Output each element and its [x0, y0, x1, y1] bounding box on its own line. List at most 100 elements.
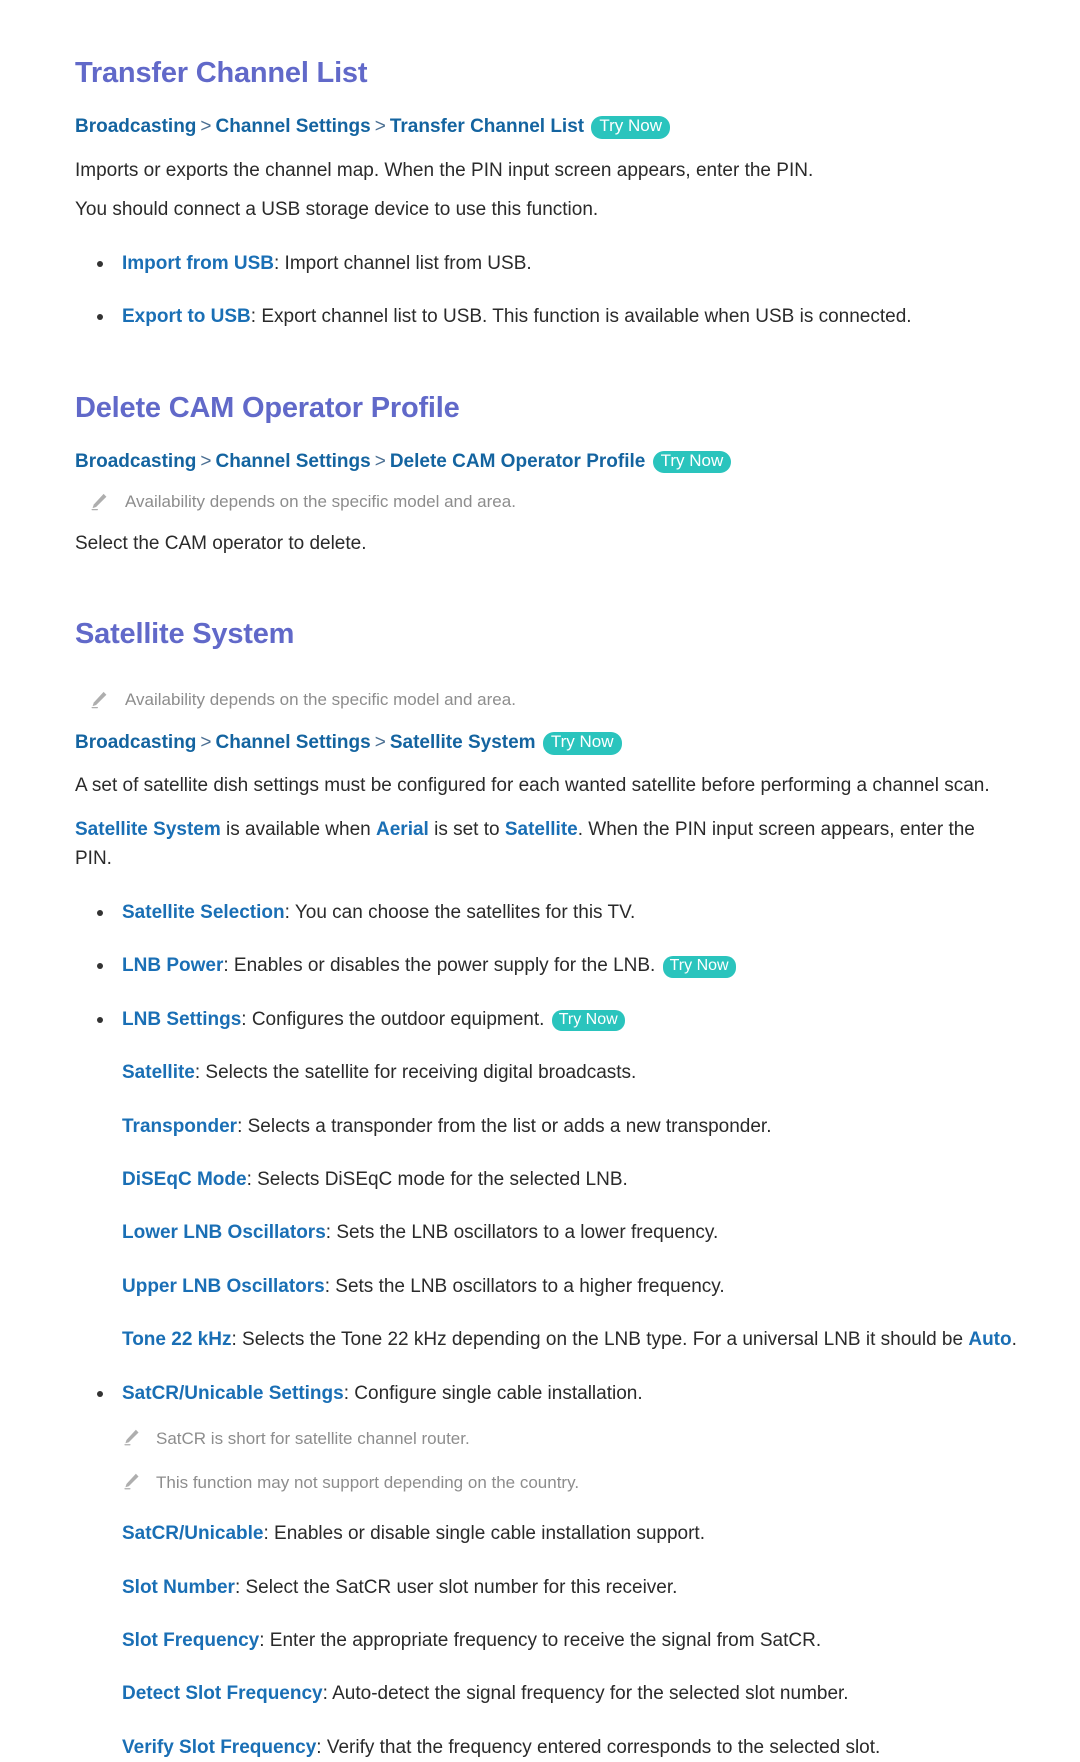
term-lnb-power[interactable]: LNB Power [122, 955, 223, 976]
term-upper-lnb-oscillators[interactable]: Upper LNB Oscillators [122, 1276, 325, 1297]
sub-item-description: : Sets the LNB oscillators to a lower fr… [325, 1222, 719, 1244]
term-satellite[interactable]: Satellite [122, 1062, 195, 1083]
sub-item-diseqc-mode: DiSEqC Mode: Selects DiSEqC mode for the… [122, 1165, 1020, 1194]
list-item: Import from USB: Import channel list fro… [75, 249, 1020, 278]
section-transfer-channel-list: Transfer Channel List Broadcasting > Chann… [75, 55, 1020, 332]
note-satcr-abbreviation: SatCR is short for satellite channel rou… [122, 1426, 1020, 1452]
list-item-description: : Import channel list from USB. [274, 252, 532, 274]
sub-item-description-tail: . [1011, 1329, 1017, 1351]
paragraph-imports-exports: Imports or exports the channel map. When… [75, 159, 814, 181]
list-item-description: : Export channel list to USB. This funct… [250, 306, 912, 328]
term-lnb-settings[interactable]: LNB Settings [122, 1009, 241, 1030]
term-slot-number[interactable]: Slot Number [122, 1577, 235, 1598]
term-transponder[interactable]: Transponder [122, 1116, 237, 1137]
sub-item-lower-lnb-oscillators: Lower LNB Oscillators: Sets the LNB osci… [122, 1218, 1020, 1247]
note-text: This function may not support depending … [156, 1472, 580, 1492]
note-availability: Availability depends on the specific mod… [89, 489, 1020, 515]
term-slot-frequency[interactable]: Slot Frequency [122, 1630, 259, 1651]
term-satellite-system[interactable]: Satellite System [75, 819, 221, 840]
pencil-icon [89, 690, 109, 710]
term-lower-lnb-oscillators[interactable]: Lower LNB Oscillators [122, 1222, 326, 1243]
breadcrumb-delete-cam-operator-profile: Broadcasting > Channel Settings > Delete CAM… [75, 448, 1020, 477]
chevron-right-icon: > [200, 731, 212, 753]
try-now-badge[interactable]: Try Now [662, 956, 736, 978]
sub-item-satcr-unicable: SatCR/Unicable: Enables or disable singl… [122, 1519, 1020, 1548]
sub-item-description: : Enter the appropriate frequency to rec… [259, 1630, 822, 1651]
sub-item-description: : Selects DiSEqC mode for the selected L… [246, 1168, 628, 1190]
pencil-icon [89, 492, 109, 512]
sub-item-description: : Enables or disable single cable instal… [263, 1523, 705, 1545]
paragraph-satellite-system-availability: Satellite System is available when Aeria… [75, 815, 1010, 874]
note-text: Availability depends on the specific mod… [125, 690, 516, 710]
list-item-description: : You can choose the satellites for this… [284, 901, 636, 923]
try-now-badge[interactable]: Try Now [591, 116, 671, 139]
breadcrumb-item-broadcasting[interactable]: Broadcasting [75, 732, 196, 753]
chevron-right-icon: > [200, 450, 212, 472]
breadcrumb-item-satellite-system[interactable]: Satellite System [390, 732, 536, 753]
section-delete-cam-operator-profile: Delete CAM Operator Profile Broadcasting… [75, 390, 1020, 559]
term-tone-22-khz[interactable]: Tone 22 kHz [122, 1329, 231, 1350]
note-satcr-country-support: This function may not support depending … [122, 1470, 1020, 1496]
sub-item-description: : Selects a transponder from the list or… [237, 1115, 772, 1137]
term-auto[interactable]: Auto [968, 1329, 1011, 1350]
breadcrumb-item-delete-cam-operator-profile[interactable]: Delete CAM Operator Profile [390, 451, 646, 472]
bullet-list-transfer-options: Import from USB: Import channel list fro… [75, 249, 1020, 332]
pencil-icon [122, 1428, 141, 1447]
term-diseqc-mode[interactable]: DiSEqC Mode [122, 1169, 247, 1190]
breadcrumb-satellite-system: Broadcasting > Channel Settings > Satellite … [75, 729, 1020, 758]
sub-item-description: : Selects the satellite for receiving di… [194, 1062, 637, 1084]
term-satellite-selection[interactable]: Satellite Selection [122, 902, 285, 923]
term-aerial[interactable]: Aerial [376, 819, 429, 840]
term-export-to-usb[interactable]: Export to USB [122, 306, 251, 327]
page-title-transfer-channel-list: Transfer Channel List [75, 57, 368, 89]
sub-item-upper-lnb-oscillators: Upper LNB Oscillators: Sets the LNB osci… [122, 1272, 1020, 1301]
bullet-list-satcr: SatCR/Unicable Settings: Configure singl… [75, 1379, 1020, 1408]
breadcrumb-item-channel-settings[interactable]: Channel Settings [216, 116, 371, 137]
term-satcr-unicable-settings[interactable]: SatCR/Unicable Settings [122, 1383, 344, 1404]
paragraph-satellite-dish-settings: A set of satellite dish settings must be… [75, 775, 990, 797]
sub-item-slot-number: Slot Number: Select the SatCR user slot … [122, 1573, 1020, 1602]
sub-item-description: : Auto-detect the signal frequency for t… [322, 1683, 849, 1705]
list-item-description: : Configures the outdoor equipment. [241, 1008, 545, 1030]
sub-item-description: : Selects the Tone 22 kHz depending on t… [231, 1329, 969, 1351]
page-title-satellite-system: Satellite System [75, 618, 295, 651]
breadcrumb-item-channel-settings[interactable]: Channel Settings [216, 732, 371, 753]
pencil-icon [122, 1472, 141, 1491]
chevron-right-icon: > [374, 450, 386, 472]
paragraph-text-fragment: is set to [428, 818, 505, 840]
sub-item-verify-slot-frequency: Verify Slot Frequency: Verify that the f… [122, 1733, 1020, 1762]
try-now-badge[interactable]: Try Now [652, 450, 732, 474]
term-import-from-usb[interactable]: Import from USB [122, 253, 274, 274]
breadcrumb-transfer-channel-list: Broadcasting > Channel Settings > Transfer C… [75, 113, 1020, 142]
sub-item-description: : Sets the LNB oscillators to a higher f… [324, 1275, 725, 1297]
list-item: LNB Power: Enables or disables the power… [75, 951, 1020, 980]
sub-item-transponder: Transponder: Selects a transponder from … [122, 1112, 1020, 1141]
paragraph-select-cam-operator: Select the CAM operator to delete. [75, 532, 367, 554]
list-item: Satellite Selection: You can choose the … [75, 898, 1020, 927]
page-title-delete-cam-operator-profile: Delete CAM Operator Profile [75, 391, 460, 424]
term-satellite[interactable]: Satellite [505, 819, 578, 840]
paragraph-text-fragment: is available when [220, 818, 377, 840]
bullet-list-satellite-options: Satellite Selection: You can choose the … [75, 898, 1020, 1034]
list-item: Export to USB: Export channel list to US… [75, 302, 1020, 331]
note-availability: Availability depends on the specific mod… [89, 687, 1020, 713]
document-page: Transfer Channel List Broadcasting > Chann… [0, 0, 1080, 1762]
sub-item-detect-slot-frequency: Detect Slot Frequency: Auto-detect the s… [122, 1679, 1020, 1708]
chevron-right-icon: > [200, 116, 212, 138]
breadcrumb-item-channel-settings[interactable]: Channel Settings [216, 451, 371, 472]
breadcrumb-item-broadcasting[interactable]: Broadcasting [75, 116, 196, 137]
list-item-description: : Configure single cable installation. [343, 1382, 643, 1404]
breadcrumb-item-transfer-channel-list[interactable]: Transfer Channel List [390, 116, 584, 137]
sub-item-slot-frequency: Slot Frequency: Enter the appropriate fr… [122, 1626, 1020, 1655]
section-satellite-system: Satellite System Availability depends on… [75, 616, 1020, 1762]
list-item-description: : Enables or disables the power supply f… [223, 955, 656, 977]
term-verify-slot-frequency[interactable]: Verify Slot Frequency [122, 1737, 316, 1758]
term-detect-slot-frequency[interactable]: Detect Slot Frequency [122, 1683, 323, 1704]
sub-item-satellite: Satellite: Selects the satellite for rec… [122, 1058, 1020, 1087]
term-satcr-unicable[interactable]: SatCR/Unicable [122, 1523, 263, 1544]
try-now-badge[interactable]: Try Now [542, 731, 622, 755]
chevron-right-icon: > [374, 116, 386, 138]
sub-item-description: : Verify that the frequency entered corr… [316, 1736, 881, 1758]
breadcrumb-item-broadcasting[interactable]: Broadcasting [75, 451, 196, 472]
try-now-badge[interactable]: Try Now [551, 1009, 625, 1032]
